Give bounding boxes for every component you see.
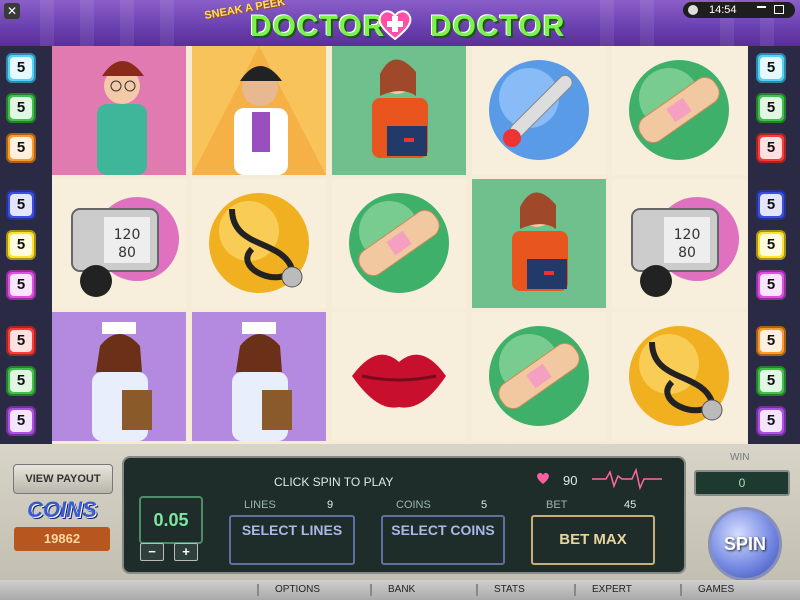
maximize-icon[interactable]	[774, 5, 784, 14]
clock-time: 14:54	[709, 4, 737, 16]
select-coins-button[interactable]: SELECT COINS	[381, 515, 505, 565]
coins-bet-label: COINS	[396, 499, 431, 511]
reel-1-row-1-surgeon-nurse-icon	[52, 46, 186, 175]
svg-text:80: 80	[118, 245, 136, 261]
payline-number: 5	[10, 234, 32, 256]
spin-button[interactable]: SPIN	[708, 507, 782, 581]
payline-number: 5	[760, 137, 782, 159]
reel-5-row-2-bp-monitor-icon: 120 80	[612, 179, 746, 308]
payline-left-5[interactable]: 5	[6, 230, 36, 260]
payline-number: 5	[760, 194, 782, 216]
payline-left-6[interactable]: 5	[6, 270, 36, 300]
coins-bet-value: 5	[481, 499, 488, 511]
menu-games[interactable]: GAMES	[698, 584, 734, 595]
logo-word-right: DOCTOR	[430, 10, 566, 43]
payline-number: 5	[760, 370, 782, 392]
payline-left-7[interactable]: 5	[6, 326, 36, 356]
reel-3-row-1-paramedic-icon	[332, 46, 466, 175]
payline-left-1[interactable]: 5	[6, 53, 36, 83]
payline-left-3[interactable]: 5	[6, 133, 36, 163]
payline-number: 5	[10, 97, 32, 119]
payline-number: 5	[760, 234, 782, 256]
payline-number: 5	[10, 194, 32, 216]
payline-number: 5	[10, 137, 32, 159]
payline-left-8[interactable]: 5	[6, 366, 36, 396]
win-label: WIN	[730, 452, 750, 463]
payline-right-4[interactable]: 5	[756, 190, 786, 220]
close-button[interactable]: ✕	[4, 3, 20, 19]
menu-separator	[370, 584, 372, 596]
reel-1-row-2-bp-monitor-icon: 120 80	[52, 179, 186, 308]
menu-expert[interactable]: EXPERT	[592, 584, 632, 595]
reel-4-row-3-bandage-icon	[472, 312, 606, 441]
view-payout-button[interactable]: VIEW PAYOUT	[13, 464, 113, 494]
bet-label: BET	[546, 499, 568, 511]
payline-right-6[interactable]: 5	[756, 270, 786, 300]
sound-icon[interactable]	[688, 5, 698, 15]
menu-stats[interactable]: STATS	[494, 584, 525, 595]
reel-3-row-2-bandage-icon	[332, 179, 466, 308]
svg-text:120: 120	[114, 227, 141, 243]
lines-label: LINES	[244, 499, 276, 511]
reel-4-row-1-thermometer-icon	[472, 46, 606, 175]
status-message: CLICK SPIN TO PLAY	[274, 475, 394, 489]
payline-right-7[interactable]: 5	[756, 326, 786, 356]
reel-5-row-1-bandage-icon	[612, 46, 746, 175]
payline-right-5[interactable]: 5	[756, 230, 786, 260]
reel-5-row-3-stethoscope-icon	[612, 312, 746, 441]
bet-max-button[interactable]: BET MAX	[531, 515, 655, 565]
reel-4-row-2-paramedic-icon	[472, 179, 606, 308]
reel-grid: 120 80 120 80	[52, 46, 748, 444]
logo-word-left: DOCTOR	[250, 10, 386, 43]
coin-size-increase-button[interactable]: +	[174, 543, 198, 561]
payline-right-2[interactable]: 5	[756, 93, 786, 123]
svg-text:80: 80	[678, 245, 696, 261]
payline-number: 5	[10, 330, 32, 352]
logo-heart-icon	[378, 10, 412, 41]
coins-balance: 19862	[14, 527, 110, 551]
payline-number: 5	[760, 274, 782, 296]
minimize-icon[interactable]	[757, 6, 766, 8]
payline-right-1[interactable]: 5	[756, 53, 786, 83]
payline-right-8[interactable]: 5	[756, 366, 786, 396]
coins-logo: COINS	[27, 497, 97, 522]
payline-number: 5	[760, 57, 782, 79]
bet-value: 45	[624, 499, 637, 511]
payline-left-9[interactable]: 5	[6, 406, 36, 436]
payline-left-4[interactable]: 5	[6, 190, 36, 220]
reel-1-row-3-nurse-clipboard-icon	[52, 312, 186, 441]
menu-separator	[680, 584, 682, 596]
reel-3-row-3-lips-icon	[332, 312, 466, 441]
payline-number: 5	[10, 410, 32, 432]
coin-size-decrease-button[interactable]: −	[140, 543, 164, 561]
hearts-value: 90	[563, 473, 578, 488]
payline-right-3[interactable]: 5	[756, 133, 786, 163]
win-display: 0	[694, 470, 790, 496]
menu-separator	[257, 584, 259, 596]
payline-number: 5	[10, 370, 32, 392]
clock-widget: 14:54	[683, 2, 795, 18]
payline-number: 5	[760, 330, 782, 352]
payline-number: 5	[10, 274, 32, 296]
lines-value: 9	[327, 499, 334, 511]
coin-size-display: 0.05	[139, 496, 203, 544]
payline-number: 5	[10, 57, 32, 79]
menu-separator	[476, 584, 478, 596]
reel-2-row-1-doctor-stethoscope-icon	[192, 46, 326, 175]
select-lines-button[interactable]: SELECT LINES	[229, 515, 355, 565]
payline-left-2[interactable]: 5	[6, 93, 36, 123]
payline-number: 5	[760, 410, 782, 432]
menu-options[interactable]: OPTIONS	[275, 584, 320, 595]
reel-2-row-3-nurse-clipboard-icon	[192, 312, 326, 441]
payline-number: 5	[760, 97, 782, 119]
svg-text:120: 120	[674, 227, 701, 243]
payline-right-9[interactable]: 5	[756, 406, 786, 436]
heart-icon	[537, 472, 549, 484]
heartbeat-icon	[592, 468, 662, 490]
reel-2-row-2-stethoscope-icon	[192, 179, 326, 308]
menu-separator	[574, 584, 576, 596]
menu-bank[interactable]: BANK	[388, 584, 415, 595]
